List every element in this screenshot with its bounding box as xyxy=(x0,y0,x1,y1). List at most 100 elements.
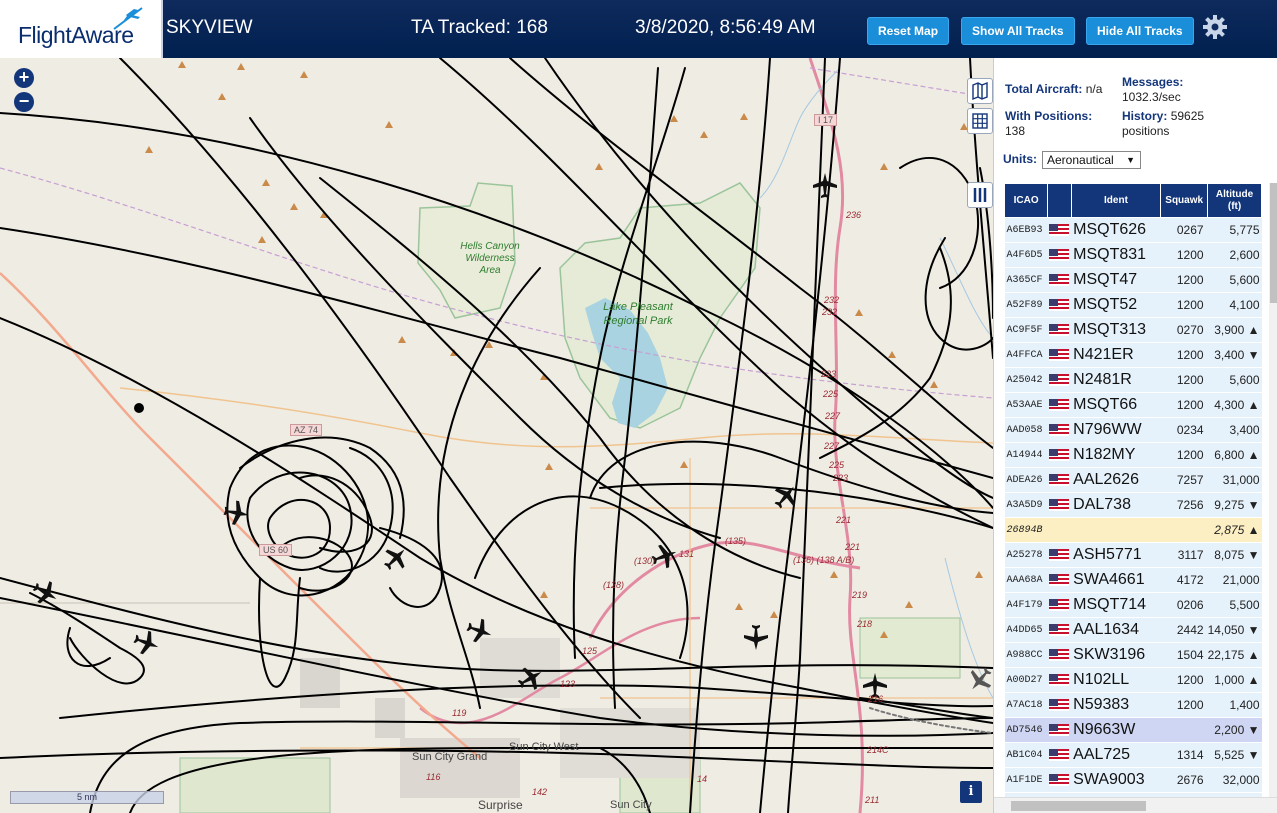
us-flag-icon xyxy=(1049,623,1070,636)
with-positions-stat: With Positions: 138 xyxy=(1005,109,1092,139)
road-number: 14 xyxy=(697,774,708,784)
ident-cell: N102LL xyxy=(1071,667,1161,693)
zoom-in-button[interactable]: + xyxy=(14,68,34,88)
table-row[interactable]: ADEA26 AAL2626 7257 31,000 xyxy=(1004,467,1262,493)
columns-icon xyxy=(973,188,987,202)
altitude-cell: 3,900 ▲ xyxy=(1207,317,1262,343)
ident-cell: MSQT52 xyxy=(1071,292,1161,318)
us-flag-icon xyxy=(1049,548,1070,561)
scrollbar-thumb[interactable] xyxy=(1011,801,1146,811)
us60-shield: US 60 xyxy=(259,544,293,556)
table-row[interactable]: A1F1DE SWA9003 2676 32,000 xyxy=(1004,767,1262,793)
road-number: (130) xyxy=(634,556,656,566)
icao-cell: A14944 xyxy=(1004,442,1048,468)
squawk-cell: 1200 xyxy=(1160,267,1208,293)
table-vertical-scrollbar[interactable] xyxy=(1269,183,1277,797)
table-row[interactable]: A53AAE MSQT66 1200 4,300 ▲ xyxy=(1004,392,1262,418)
aircraft-table-body: A6EB93 MSQT626 0267 5,775 A4F6D5 MSQT831 1200 2… xyxy=(1004,217,1262,813)
map-canvas[interactable]: + − Hells Canyon Wilderness Area Lake Pl… xyxy=(0,58,993,813)
squawk-cell: 1314 xyxy=(1160,742,1208,768)
altitude-cell: 5,525 ▼ xyxy=(1207,742,1262,768)
table-row[interactable]: A6EB93 MSQT626 0267 5,775 xyxy=(1004,217,1262,243)
map-layers-button[interactable] xyxy=(967,78,993,104)
squawk-cell: 1200 xyxy=(1160,292,1208,318)
ident-cell: N9663W xyxy=(1071,717,1161,743)
table-row[interactable]: A4FFCA N421ER 1200 3,400 ▼ xyxy=(1004,342,1262,368)
road-number: 211 xyxy=(865,795,880,805)
altitude-cell: 21,000 xyxy=(1207,567,1262,593)
table-row[interactable]: A365CF MSQT47 1200 5,600 xyxy=(1004,267,1262,293)
flightaware-logo[interactable]: FlightAware xyxy=(0,0,163,58)
ident-cell xyxy=(1071,517,1161,543)
road-number: 116 xyxy=(426,772,441,782)
reset-map-button[interactable]: Reset Map xyxy=(867,17,950,45)
road-number: 219 xyxy=(852,590,868,600)
table-row[interactable]: AAA68A SWA4661 4172 21,000 xyxy=(1004,567,1262,593)
scrollbar-thumb[interactable] xyxy=(1270,183,1277,303)
icao-cell: A25042 xyxy=(1004,367,1048,393)
col-ident[interactable]: Ident xyxy=(1070,183,1162,218)
ident-cell: MSQT313 xyxy=(1071,317,1161,343)
squawk-cell: 7256 xyxy=(1160,492,1208,518)
table-row[interactable]: A7AC18 N59383 1200 1,400 xyxy=(1004,692,1262,718)
col-squawk[interactable]: Squawk xyxy=(1160,183,1209,218)
us-flag-icon xyxy=(1049,573,1070,586)
table-row[interactable]: A4DD65 AAL1634 2442 14,050 ▼ xyxy=(1004,617,1262,643)
table-row[interactable]: A52F89 MSQT52 1200 4,100 xyxy=(1004,292,1262,318)
units-value: Aeronautical xyxy=(1047,153,1114,167)
col-flag[interactable] xyxy=(1047,183,1072,218)
table-row[interactable]: AAD058 N796WW 0234 3,400 xyxy=(1004,417,1262,443)
altitude-cell: 3,400 xyxy=(1207,417,1262,443)
ident-cell: SWA9003 xyxy=(1071,767,1161,793)
table-row[interactable]: A3A5D9 DAL738 7256 9,275 ▼ xyxy=(1004,492,1262,518)
table-row[interactable]: A25042 N2481R 1200 5,600 xyxy=(1004,367,1262,393)
road-number: 223 xyxy=(821,369,837,379)
aircraft-panel: Total Aircraft: n/a Messages: 1032.3/sec… xyxy=(993,58,1277,813)
road-number: 236 xyxy=(846,210,862,220)
table-row[interactable]: AC9F5F MSQT313 0270 3,900 ▲ xyxy=(1004,317,1262,343)
hide-all-tracks-button[interactable]: Hide All Tracks xyxy=(1086,17,1194,45)
altitude-cell: 2,600 xyxy=(1207,242,1262,268)
column-toggle-button[interactable] xyxy=(967,182,993,208)
road-number: 214C xyxy=(867,745,889,755)
road-number: (135) xyxy=(725,536,747,546)
table-row[interactable]: AD7546 N9663W 2,200 ▼ xyxy=(1004,717,1262,743)
flag-cell xyxy=(1047,592,1072,618)
total-aircraft-label: Total Aircraft: xyxy=(1005,82,1083,96)
map-info-button[interactable]: i xyxy=(960,781,982,803)
units-select[interactable]: Aeronautical ▼ xyxy=(1042,151,1141,169)
col-icao[interactable]: ICAO xyxy=(1003,183,1049,218)
road-number: 221 xyxy=(836,515,852,525)
table-row[interactable]: 26894B 2,875 ▲ xyxy=(1004,517,1262,543)
us-flag-icon xyxy=(1049,448,1070,461)
squawk-cell: 1200 xyxy=(1160,392,1208,418)
icao-cell: A53AAE xyxy=(1004,392,1048,418)
flag-cell xyxy=(1047,267,1072,293)
ident-cell: MSQT626 xyxy=(1071,217,1161,243)
grid-toggle-button[interactable] xyxy=(967,108,993,134)
panel-horizontal-scrollbar[interactable] xyxy=(994,797,1277,813)
table-row[interactable]: A00D27 N102LL 1200 1,000 ▲ xyxy=(1004,667,1262,693)
ident-cell: N59383 xyxy=(1071,692,1161,718)
lake-pleasant-label: Lake Pleasant Regional Park xyxy=(603,301,673,327)
table-row[interactable]: A25278 ASH5771 3117 8,075 ▼ xyxy=(1004,542,1262,568)
icao-cell: AB1C04 xyxy=(1004,742,1048,768)
road-number: 218 xyxy=(857,619,873,629)
flag-cell xyxy=(1047,417,1072,443)
road-number: 227 xyxy=(825,411,841,421)
squawk-cell: 4172 xyxy=(1160,567,1208,593)
table-row[interactable]: AB1C04 AAL725 1314 5,525 ▼ xyxy=(1004,742,1262,768)
altitude-cell: 4,100 xyxy=(1207,292,1262,318)
gear-icon[interactable] xyxy=(1202,14,1228,40)
site-name: SKYVIEW xyxy=(166,17,253,38)
table-row[interactable]: A4F179 MSQT714 0206 5,500 xyxy=(1004,592,1262,618)
col-altitude[interactable]: Altitude (ft) xyxy=(1207,183,1262,218)
zoom-out-button[interactable]: − xyxy=(14,92,34,112)
altitude-cell: 1,000 ▲ xyxy=(1207,667,1262,693)
table-row[interactable]: A4F6D5 MSQT831 1200 2,600 xyxy=(1004,242,1262,268)
show-all-tracks-button[interactable]: Show All Tracks xyxy=(961,17,1075,45)
squawk-cell: 1504 xyxy=(1160,642,1208,668)
altitude-cell: 31,000 xyxy=(1207,467,1262,493)
table-row[interactable]: A14944 N182MY 1200 6,800 ▲ xyxy=(1004,442,1262,468)
table-row[interactable]: A988CC SKW3196 1504 22,175 ▲ xyxy=(1004,642,1262,668)
